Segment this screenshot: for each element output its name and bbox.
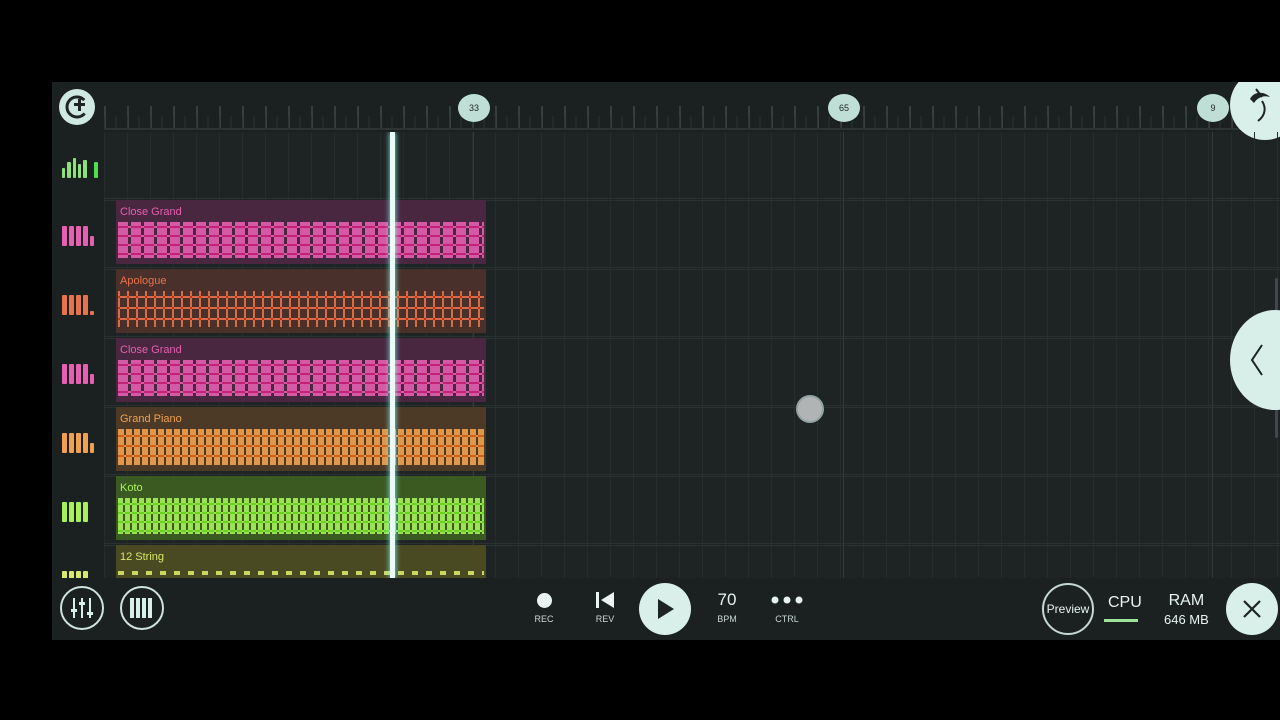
clip-notes-preview [118, 222, 484, 258]
playlist-grid[interactable]: Close Grand Apologue Close Grand Grand Pian… [104, 132, 1280, 578]
clip-notes-preview [118, 291, 484, 327]
track-icon-3[interactable] [62, 360, 98, 384]
clip-notes-preview [118, 429, 484, 465]
pattern-clip-4[interactable]: Grand Piano [116, 407, 486, 471]
playhead[interactable] [390, 132, 395, 578]
keyboard-icon [130, 598, 152, 618]
fruit-logo-icon [1250, 88, 1270, 122]
ctrl-control[interactable]: CTRL [762, 586, 812, 624]
track-icon-1[interactable] [62, 222, 98, 246]
clip-name: Koto [120, 482, 143, 494]
track-separator [104, 198, 1280, 199]
clip-name: Close Grand [120, 206, 182, 218]
timeline-ruler[interactable]: 33 65 9 [52, 82, 1280, 140]
bar-line [1212, 132, 1213, 578]
clip-name: Close Grand [120, 344, 182, 356]
ram-label: RAM [1168, 592, 1205, 609]
ram-readout: RAM 646 MB [1164, 592, 1209, 627]
ruler-baseline [104, 128, 1280, 130]
pattern-clip-6[interactable]: 12 String [116, 545, 486, 578]
bottom-toolbar: REC REV 70 BPM CTRL Preview CPU RAM 646 … [52, 578, 1280, 640]
bar-marker-33[interactable]: 33 [458, 94, 490, 122]
record-label: REC [534, 614, 554, 624]
record-dot-icon [536, 592, 552, 608]
keyboard-button[interactable] [120, 586, 164, 630]
play-icon [658, 599, 674, 619]
rewind-label: REV [595, 614, 615, 624]
play-button[interactable] [639, 583, 691, 635]
track-icon-2[interactable] [62, 291, 98, 315]
ctrl-label: CTRL [775, 614, 799, 624]
pattern-clip-3[interactable]: Close Grand [116, 338, 486, 402]
track-header-column [52, 132, 104, 591]
clip-notes-preview [118, 571, 484, 575]
ram-value: 646 MB [1164, 612, 1209, 627]
record-control[interactable]: REC [519, 586, 569, 624]
close-icon [1243, 600, 1261, 618]
more-dots-icon [771, 596, 803, 604]
bar-marker-65[interactable]: 65 [828, 94, 860, 122]
clip-notes-preview [118, 498, 484, 534]
master-meter-icon[interactable] [62, 154, 99, 178]
track-separator [104, 474, 1280, 475]
track-separator [104, 336, 1280, 337]
clip-name: 12 String [120, 551, 165, 563]
bar-marker-97[interactable]: 9 [1197, 94, 1229, 122]
mixer-icon [71, 598, 93, 618]
track-icon-5[interactable] [62, 498, 98, 522]
tempo-control[interactable]: 70 BPM [702, 586, 752, 624]
preview-button[interactable]: Preview [1042, 583, 1094, 635]
app-logo-icon [65, 95, 89, 119]
bpm-label: BPM [717, 614, 737, 624]
clip-name: Apologue [120, 275, 167, 287]
mixer-button[interactable] [60, 586, 104, 630]
app-logo-button[interactable] [59, 89, 95, 125]
cpu-label: CPU [1108, 594, 1142, 611]
track-icon-4[interactable] [62, 429, 98, 453]
touch-indicator [796, 395, 824, 423]
close-button[interactable] [1226, 583, 1278, 635]
track-separator [104, 267, 1280, 268]
track-separator [104, 543, 1280, 544]
daw-window: 33 65 9 Close Grand Apologue Close Grand Gr… [52, 82, 1280, 640]
cpu-meter [1104, 619, 1138, 622]
skip-back-icon [596, 592, 614, 608]
ruler-subticks [104, 116, 1280, 128]
pattern-clip-1[interactable]: Close Grand [116, 200, 486, 264]
track-separator [104, 405, 1280, 406]
pattern-clip-5[interactable]: Koto [116, 476, 486, 540]
clip-notes-preview [118, 360, 484, 396]
pattern-clip-2[interactable]: Apologue [116, 269, 486, 333]
bar-line [843, 132, 844, 578]
rewind-control[interactable]: REV [580, 586, 630, 624]
clip-name: Grand Piano [120, 413, 182, 425]
bpm-value: 70 [717, 590, 737, 609]
chevron-left-icon [1250, 344, 1263, 376]
